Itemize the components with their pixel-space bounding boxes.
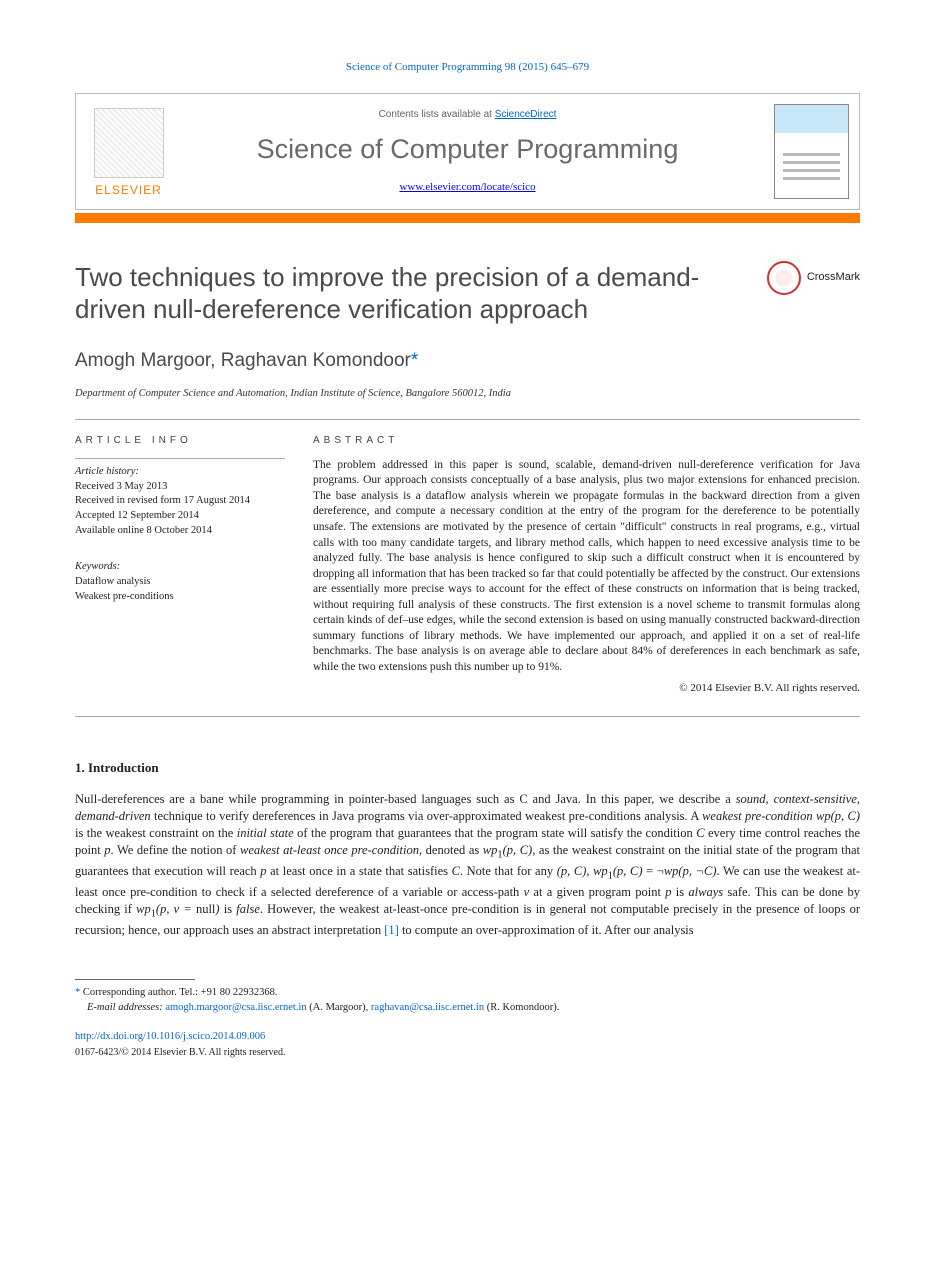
- keyword-1: Dataflow analysis: [75, 575, 285, 590]
- journal-title: Science of Computer Programming: [186, 131, 749, 167]
- crossmark-icon: [767, 261, 801, 295]
- introduction-body: Null-dereferences are a bane while progr…: [75, 791, 860, 940]
- accepted-date: Accepted 12 September 2014: [75, 509, 285, 524]
- author-list: Amogh Margoor, Raghavan Komondoor*: [75, 348, 860, 374]
- corresponding-author-note: Corresponding author. Tel.: +91 80 22932…: [83, 987, 278, 998]
- doi-block: http://dx.doi.org/10.1016/j.scico.2014.0…: [75, 1030, 860, 1044]
- contents-lists-line: Contents lists available at ScienceDirec…: [186, 108, 749, 122]
- affiliation: Department of Computer Science and Autom…: [75, 387, 860, 420]
- journal-cover-thumbnail[interactable]: [774, 104, 849, 199]
- online-date: Available online 8 October 2014: [75, 524, 285, 539]
- elsevier-tree-icon: [94, 108, 164, 178]
- corresponding-star-icon[interactable]: *: [411, 350, 418, 371]
- keywords-block: Keywords: Dataflow analysis Weakest pre-…: [75, 554, 285, 604]
- abstract-heading: ABSTRACT: [313, 434, 860, 448]
- crossmark-label: CrossMark: [807, 270, 860, 285]
- email-link-1[interactable]: amogh.margoor@csa.iisc.ernet.in: [165, 1002, 306, 1013]
- orange-divider: [75, 213, 860, 223]
- journal-homepage-link[interactable]: www.elsevier.com/locate/scico: [399, 181, 535, 193]
- email-1-person: (A. Margoor),: [309, 1002, 368, 1013]
- sciencedirect-link[interactable]: ScienceDirect: [495, 109, 557, 120]
- abstract-text: The problem addressed in this paper is s…: [313, 458, 860, 675]
- revised-date: Received in revised form 17 August 2014: [75, 494, 285, 509]
- crossmark-widget[interactable]: CrossMark: [767, 261, 860, 295]
- contents-text: Contents lists available at: [379, 109, 495, 120]
- author-names: Amogh Margoor, Raghavan Komondoor: [75, 350, 411, 371]
- footnote-star-icon: *: [75, 987, 80, 998]
- journal-header: ELSEVIER Contents lists available at Sci…: [75, 93, 860, 210]
- issn-copyright: 0167-6423/© 2014 Elsevier B.V. All right…: [75, 1046, 860, 1060]
- email-link-2[interactable]: raghavan@csa.iisc.ernet.in: [371, 1002, 484, 1013]
- publisher-logo[interactable]: ELSEVIER: [86, 104, 171, 199]
- footnotes-block: * Corresponding author. Tel.: +91 80 229…: [75, 986, 860, 1015]
- citation-line[interactable]: Science of Computer Programming 98 (2015…: [75, 60, 860, 75]
- email-2-person: (R. Komondoor).: [487, 1002, 560, 1013]
- doi-link[interactable]: http://dx.doi.org/10.1016/j.scico.2014.0…: [75, 1031, 265, 1042]
- keyword-2: Weakest pre-conditions: [75, 590, 285, 605]
- footnote-rule: [75, 979, 195, 980]
- article-info-heading: ARTICLE INFO: [75, 434, 285, 448]
- email-label: E-mail addresses:: [87, 1002, 163, 1013]
- paper-title: Two techniques to improve the precision …: [75, 261, 715, 326]
- abstract-copyright: © 2014 Elsevier B.V. All rights reserved…: [313, 681, 860, 696]
- history-label: Article history:: [75, 465, 285, 480]
- publisher-name: ELSEVIER: [95, 182, 162, 198]
- received-date: Received 3 May 2013: [75, 480, 285, 495]
- keywords-label: Keywords:: [75, 560, 285, 575]
- article-history-block: Article history: Received 3 May 2013 Rec…: [75, 458, 285, 538]
- section-1-heading: 1. Introduction: [75, 759, 860, 777]
